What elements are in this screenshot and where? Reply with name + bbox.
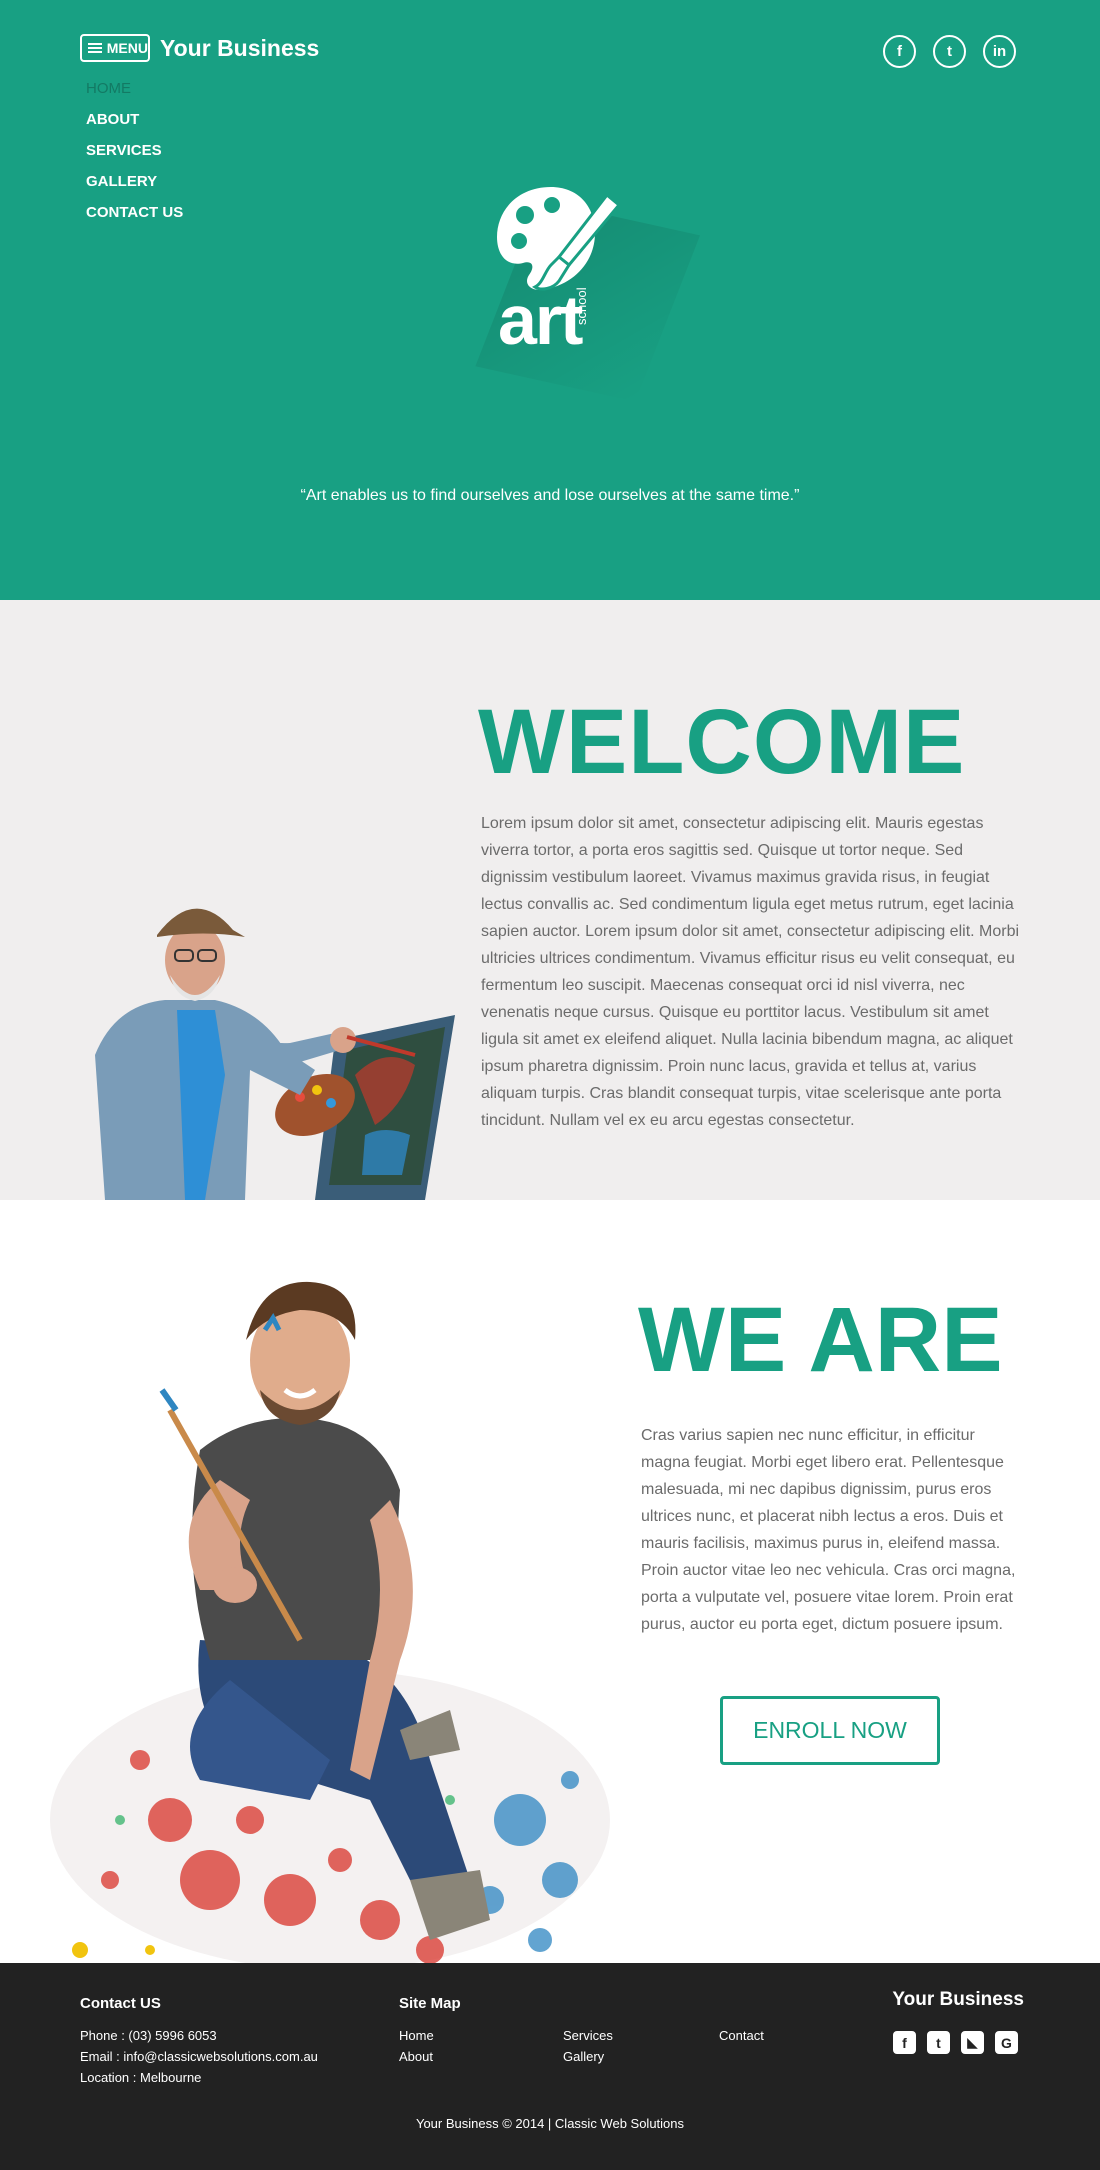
young-painter-photo	[50, 1281, 610, 1963]
welcome-title: WELCOME	[478, 691, 966, 793]
nav-item-gallery[interactable]: GALLERY	[86, 173, 183, 204]
twitter-icon[interactable]: t	[927, 2031, 950, 2054]
footer-link-gallery[interactable]: Gallery	[563, 2049, 604, 2064]
social-links: f t in	[883, 35, 1016, 68]
footer-link-services[interactable]: Services	[563, 2028, 613, 2043]
footer-contact-title: Contact US	[80, 1995, 161, 2012]
copyright: Your Business © 2014 | Classic Web Solut…	[415, 2116, 685, 2131]
art-school-logo: art	[475, 180, 730, 410]
footer-brand: Your Business	[892, 1989, 1024, 2010]
footer-phone: Phone : (03) 5996 6053	[80, 2028, 217, 2043]
linkedin-icon[interactable]: in	[983, 35, 1016, 68]
logo-subword: school	[574, 287, 589, 325]
footer-link-about[interactable]: About	[399, 2049, 433, 2064]
footer-social-icons: f t ◣ G	[893, 2031, 1018, 2054]
footer-link-contact[interactable]: Contact	[719, 2028, 764, 2043]
menu-button[interactable]: MENU	[80, 34, 150, 62]
twitter-icon[interactable]: t	[933, 35, 966, 68]
nav-item-home[interactable]: HOME	[86, 80, 183, 111]
welcome-section: WELCOME Lorem ipsum dolor sit amet, cons…	[0, 600, 1100, 1200]
footer: Contact US Phone : (03) 5996 6053 Email …	[0, 1963, 1100, 2170]
google-icon[interactable]: G	[995, 2031, 1018, 2054]
footer-sitemap-title: Site Map	[399, 1995, 461, 2012]
footer-email[interactable]: Email : info@classicwebsolutions.com.au	[80, 2049, 318, 2064]
we-are-text: Cras varius sapien nec nunc efficitur, i…	[641, 1427, 1016, 1633]
rss-icon[interactable]: ◣	[961, 2031, 984, 2054]
hamburger-icon	[88, 43, 102, 53]
nav-item-contact[interactable]: CONTACT US	[86, 204, 183, 235]
nav-item-services[interactable]: SERVICES	[86, 142, 183, 173]
footer-location: Location : Melbourne	[80, 2070, 202, 2085]
nav-item-about[interactable]: ABOUT	[86, 111, 183, 142]
we-are-section: WE ARE Cras varius sapien nec nunc effic…	[0, 1200, 1100, 1963]
menu-label: MENU	[106, 40, 148, 56]
hero-quote: “Art enables us to find ourselves and lo…	[300, 487, 800, 504]
welcome-text: Lorem ipsum dolor sit amet, consectetur …	[481, 815, 1020, 1129]
we-are-title: WE ARE	[638, 1289, 1003, 1391]
facebook-icon[interactable]: f	[893, 2031, 916, 2054]
painter-photo	[95, 908, 455, 1200]
enroll-now-button[interactable]: ENROLL NOW	[720, 1696, 940, 1765]
footer-link-home[interactable]: Home	[399, 2028, 434, 2043]
facebook-icon[interactable]: f	[883, 35, 916, 68]
main-nav: HOME ABOUT SERVICES GALLERY CONTACT US	[86, 80, 183, 235]
hero-section: MENU Your Business HOME ABOUT SERVICES G…	[0, 0, 1100, 600]
brand-name[interactable]: Your Business	[160, 35, 319, 62]
logo-word: art	[498, 281, 583, 359]
